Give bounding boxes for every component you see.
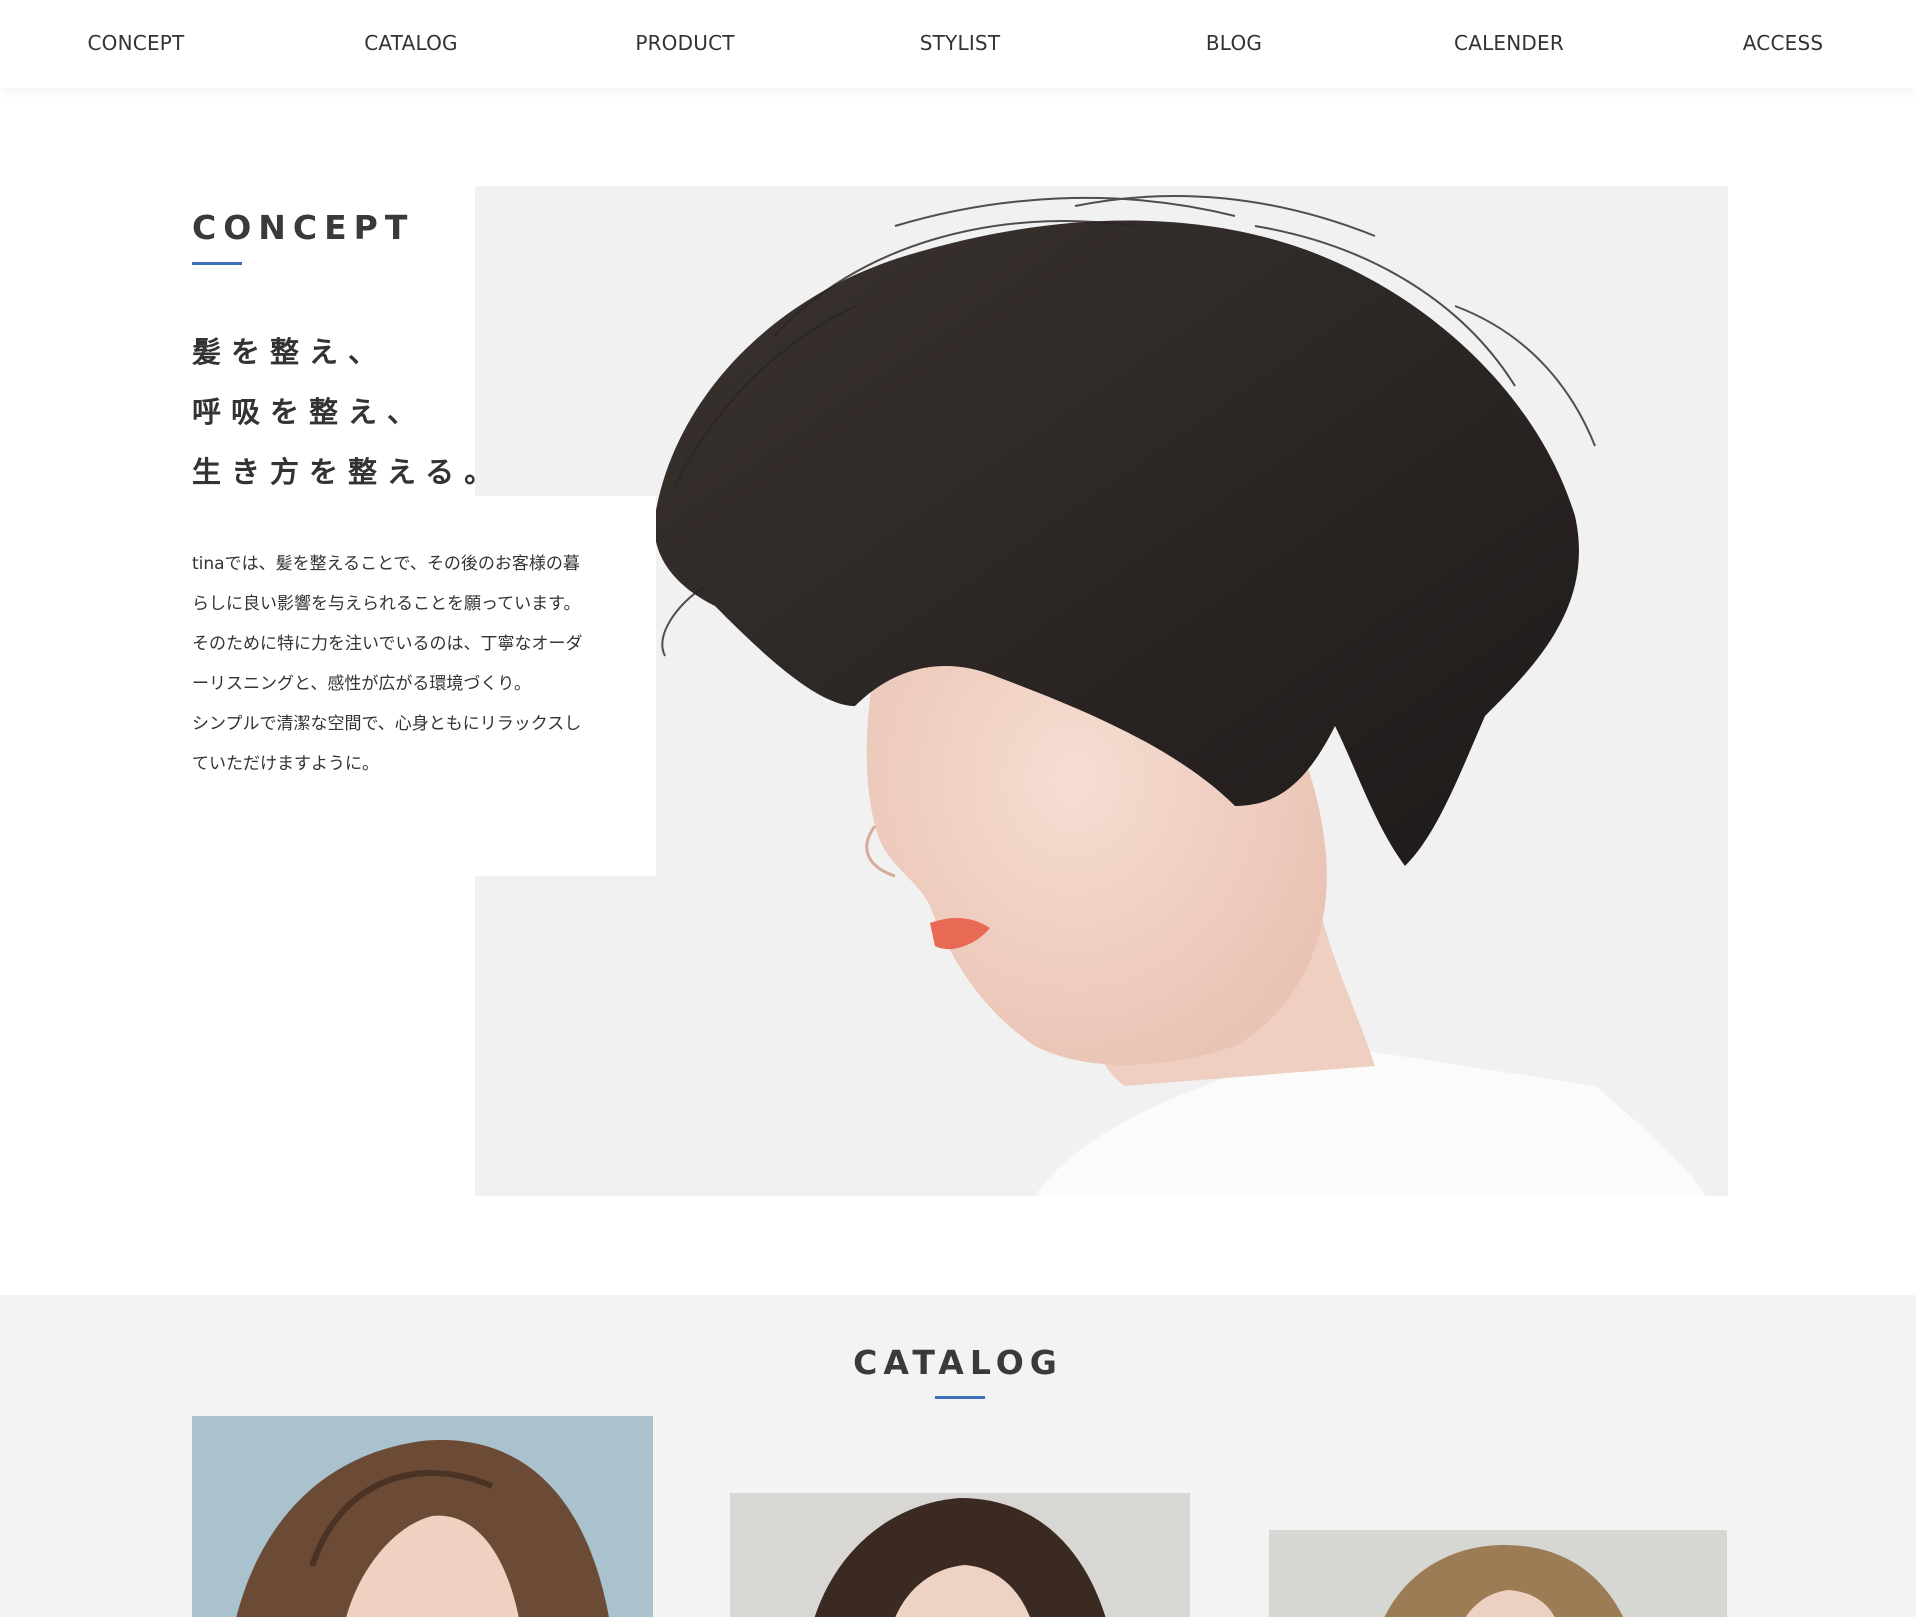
concept-heading: CONCEPT bbox=[192, 208, 415, 247]
nav-item-calender[interactable]: CALENDER bbox=[1399, 31, 1619, 55]
catch-line: 生き方を整える。 bbox=[192, 455, 504, 489]
concept-catch-copy: 髪を整え、 呼吸を整え、 生き方を整える。 bbox=[192, 322, 504, 502]
concept-paragraph: tinaでは、髪を整えることで、その後のお客様の暮らしに良い影響を与えられること… bbox=[192, 554, 583, 694]
concept-text-box: tinaでは、髪を整えることで、その後のお客様の暮らしに良い影響を与えられること… bbox=[192, 496, 656, 876]
nav-item-product[interactable]: PRODUCT bbox=[575, 31, 795, 55]
catalog-heading: CATALOG bbox=[853, 1343, 1063, 1382]
nav-item-stylist[interactable]: STYLIST bbox=[850, 31, 1070, 55]
concept-heading-underline bbox=[192, 262, 242, 265]
catalog-item-photo[interactable] bbox=[192, 1416, 653, 1617]
catalog-heading-underline bbox=[935, 1396, 985, 1399]
nav-item-blog[interactable]: BLOG bbox=[1124, 31, 1344, 55]
catalog-section: CATALOG bbox=[0, 1295, 1916, 1617]
concept-paragraph: シンプルで清潔な空間で、心身ともにリラックスしていただけますように。 bbox=[192, 714, 582, 774]
concept-body: tinaでは、髪を整えることで、その後のお客様の暮らしに良い影響を与えられること… bbox=[192, 544, 592, 784]
catalog-item-photo[interactable] bbox=[730, 1493, 1190, 1617]
nav-item-catalog[interactable]: CATALOG bbox=[301, 31, 521, 55]
global-nav: CONCEPT CATALOG PRODUCT STYLIST BLOG CAL… bbox=[0, 0, 1916, 88]
nav-item-concept[interactable]: CONCEPT bbox=[26, 31, 246, 55]
catch-line: 髪を整え、 bbox=[192, 335, 388, 369]
concept-hero-photo bbox=[475, 186, 1728, 1196]
catalog-item-photo[interactable] bbox=[1269, 1530, 1727, 1617]
nav-item-access[interactable]: ACCESS bbox=[1673, 31, 1893, 55]
catch-line: 呼吸を整え、 bbox=[192, 395, 427, 429]
